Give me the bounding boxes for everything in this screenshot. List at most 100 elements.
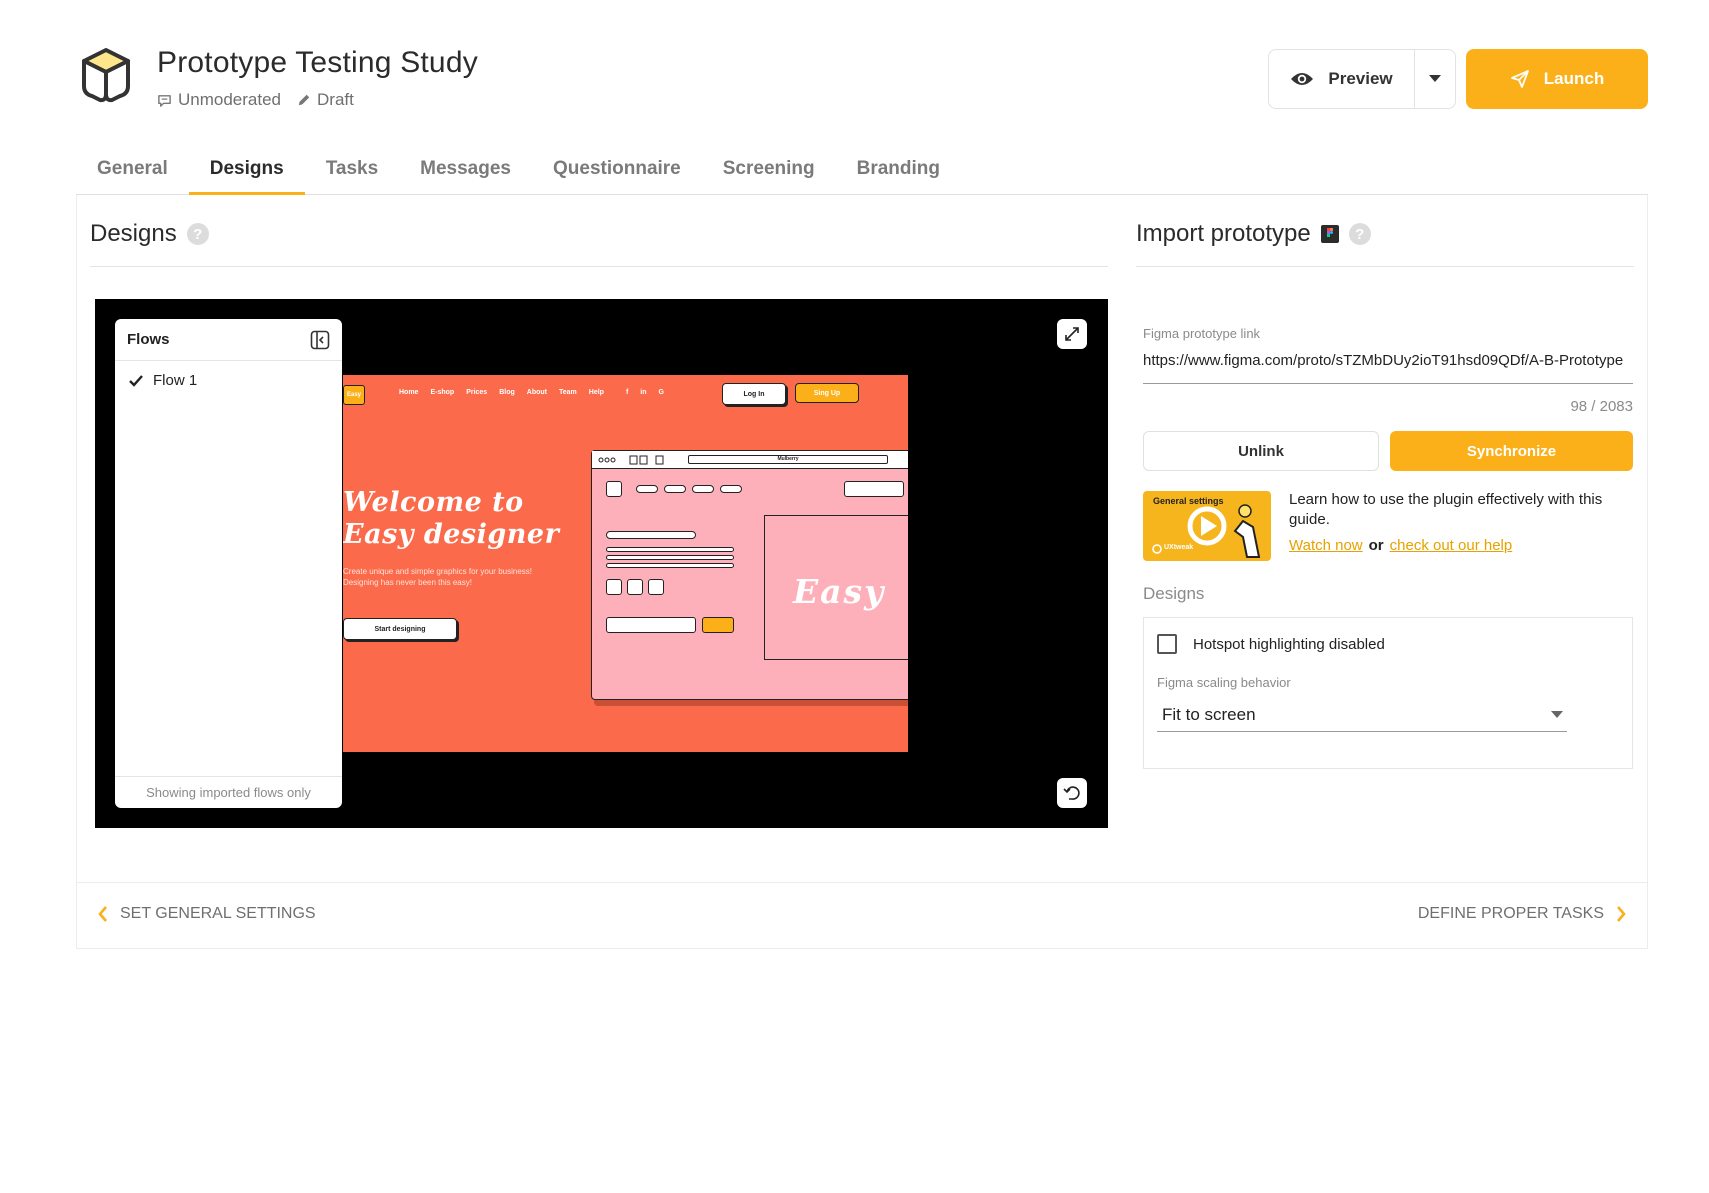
- illustration-block: [720, 485, 742, 493]
- flows-panel: Flows Flow 1 Showing imported flows only: [115, 319, 342, 808]
- illustration-block: [692, 485, 714, 493]
- prev-step-link[interactable]: SET GENERAL SETTINGS: [98, 905, 316, 923]
- flow-item-label: Flow 1: [153, 372, 198, 389]
- restart-button[interactable]: [1057, 778, 1087, 808]
- proto-nav-link[interactable]: Prices: [466, 389, 487, 396]
- or-text: or: [1368, 537, 1384, 554]
- scaling-value: Fit to screen: [1162, 704, 1256, 724]
- proto-hero-subtitle: Create unique and simple graphics for yo…: [343, 567, 532, 587]
- scaling-select[interactable]: Fit to screen: [1157, 698, 1567, 732]
- unlink-button[interactable]: Unlink: [1143, 431, 1379, 471]
- illustration-block: [648, 579, 664, 595]
- illustration-panel: Easy: [764, 515, 908, 660]
- designs-heading: Designs ?: [90, 220, 209, 248]
- tab-general[interactable]: General: [76, 148, 189, 195]
- help-icon[interactable]: ?: [1348, 223, 1371, 245]
- expand-icon: [1065, 327, 1079, 341]
- proto-nav-links: Home E-shop Prices Blog About Team Help …: [399, 389, 664, 396]
- proto-start-button[interactable]: Start designing: [343, 618, 457, 640]
- help-link[interactable]: check out our help: [1390, 537, 1513, 554]
- checkmark-icon: [129, 374, 143, 387]
- proto-nav: Easy Home E-shop Prices Blog About Team …: [343, 383, 908, 405]
- guide-links: Watch now or check out our help: [1289, 537, 1512, 554]
- restart-icon: [1063, 786, 1080, 800]
- prototype-canvas[interactable]: Flows Flow 1 Showing imported flows only…: [95, 299, 1108, 828]
- proto-nav-link[interactable]: Team: [559, 389, 577, 396]
- caret-down-icon: [1429, 75, 1441, 82]
- hotspot-label: Hotspot highlighting disabled: [1193, 635, 1385, 653]
- proto-nav-link[interactable]: E-shop: [430, 389, 454, 396]
- launch-label: Launch: [1543, 69, 1605, 88]
- designs-heading-text: Designs: [90, 220, 177, 247]
- divider: [1136, 266, 1634, 267]
- proto-login-button[interactable]: Log In: [722, 383, 786, 405]
- proto-social-link[interactable]: in: [640, 389, 646, 396]
- chevron-left-icon: [98, 906, 107, 922]
- tab-branding[interactable]: Branding: [836, 148, 961, 195]
- proto-illustration-bar: Mulberry: [592, 451, 908, 469]
- tab-screening[interactable]: Screening: [702, 148, 836, 195]
- eye-icon: [1291, 73, 1314, 85]
- help-icon[interactable]: ?: [186, 223, 209, 245]
- preview-button-group: Preview: [1268, 49, 1456, 109]
- guide-video-thumbnail[interactable]: General settings UXtweak: [1143, 491, 1271, 561]
- figma-link-label: Figma prototype link: [1143, 326, 1261, 341]
- proto-illustration: Mulberry Easy: [591, 450, 908, 700]
- flow-item[interactable]: Flow 1: [115, 361, 342, 400]
- illustration-block: [606, 579, 622, 595]
- character-counter: 98 / 2083: [1570, 398, 1633, 415]
- hotspot-checkbox[interactable]: [1157, 634, 1177, 654]
- proto-nav-link[interactable]: Home: [399, 389, 418, 396]
- illustration-block: [636, 485, 658, 493]
- tab-messages[interactable]: Messages: [399, 148, 532, 195]
- hotspot-toggle[interactable]: Hotspot highlighting disabled: [1157, 634, 1385, 654]
- preview-label: Preview: [1328, 69, 1393, 88]
- prev-step-label: SET GENERAL SETTINGS: [120, 905, 316, 922]
- illustration-block: [702, 617, 734, 633]
- import-heading-text: Import prototype: [1136, 220, 1311, 247]
- watch-now-link[interactable]: Watch now: [1289, 537, 1363, 554]
- play-icon: [1152, 504, 1261, 558]
- study-meta: Unmoderated Draft: [157, 90, 354, 110]
- synchronize-button[interactable]: Synchronize: [1390, 431, 1633, 471]
- page-title: Prototype Testing Study: [157, 46, 478, 79]
- collapse-panel-icon[interactable]: [310, 330, 330, 350]
- next-step-label: DEFINE PROPER TASKS: [1417, 905, 1604, 922]
- caret-down-icon: [1551, 711, 1563, 718]
- chat-icon: [158, 94, 171, 107]
- designs-settings-box: Hotspot highlighting disabled Figma scal…: [1143, 617, 1633, 769]
- chevron-right-icon: [1617, 906, 1626, 922]
- flows-footer: Showing imported flows only: [115, 776, 342, 808]
- tab-tasks[interactable]: Tasks: [305, 148, 399, 195]
- proto-social-link[interactable]: f: [626, 389, 628, 396]
- proto-nav-link[interactable]: Blog: [499, 389, 515, 396]
- next-step-link[interactable]: DEFINE PROPER TASKS: [1418, 905, 1626, 923]
- fullscreen-button[interactable]: [1057, 319, 1087, 349]
- guide-brand: UXtweak: [1164, 544, 1194, 551]
- step-navigation: SET GENERAL SETTINGS DEFINE PROPER TASKS: [76, 882, 1648, 949]
- preview-dropdown-button[interactable]: [1415, 50, 1455, 108]
- tab-designs[interactable]: Designs: [188, 148, 305, 195]
- preview-button[interactable]: Preview: [1269, 50, 1415, 108]
- proto-social-link[interactable]: G: [659, 389, 664, 396]
- flows-header: Flows: [115, 319, 342, 361]
- proto-logo: Easy: [343, 385, 365, 405]
- illustration-block: [664, 485, 686, 493]
- window-dots-icon: [598, 455, 664, 465]
- study-logo-icon: [82, 48, 130, 103]
- illustration-block: [606, 555, 734, 560]
- figma-link-input[interactable]: https://www.figma.com/proto/sTZMbDUy2ioT…: [1143, 352, 1633, 384]
- proto-nav-link[interactable]: About: [527, 389, 547, 396]
- proto-nav-link[interactable]: Help: [589, 389, 604, 396]
- illustration-block: [627, 579, 643, 595]
- illustration-block: [606, 547, 734, 552]
- illustration-block: [606, 531, 696, 539]
- pencil-icon: [298, 94, 310, 106]
- prototype-frame[interactable]: Easy Home E-shop Prices Blog About Team …: [343, 375, 908, 752]
- proto-hero-title: Welcome to Easy designer: [343, 487, 560, 550]
- page: Prototype Testing Study Unmoderated Draf…: [0, 0, 1709, 1193]
- flows-title: Flows: [127, 331, 170, 348]
- tab-questionnaire[interactable]: Questionnaire: [532, 148, 702, 195]
- proto-signup-button[interactable]: Sing Up: [795, 383, 859, 403]
- launch-button[interactable]: Launch: [1466, 49, 1648, 109]
